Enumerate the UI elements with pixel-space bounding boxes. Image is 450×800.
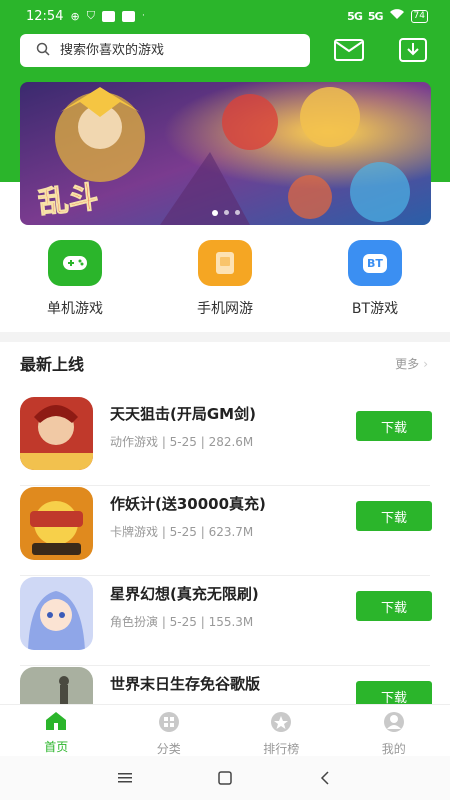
category-row: 单机游戏 手机网游 BT BT游戏: [0, 240, 450, 322]
game-name: 星界幻想(真充无限刷): [110, 585, 259, 603]
category-single-player[interactable]: 单机游戏: [0, 240, 150, 322]
section-divider: [0, 332, 450, 342]
status-bar: 12:54 ⊕ ⛉ · 5G 5G 74: [0, 0, 450, 32]
download-manager-icon[interactable]: [397, 37, 429, 64]
game-meta: 角色扮演 | 5-25 | 155.3M: [110, 615, 254, 629]
promo-banner[interactable]: 乱斗: [20, 82, 431, 225]
home-icon: [44, 711, 68, 735]
game-thumbnail: [20, 577, 93, 650]
category-bt[interactable]: BT BT游戏: [300, 240, 450, 322]
tab-label: 分类: [156, 742, 181, 756]
recent-apps-button[interactable]: [75, 772, 175, 784]
game-meta: 卡牌游戏 | 5-25 | 623.7M: [110, 525, 254, 539]
phone-game-icon: [198, 240, 252, 286]
tab-ranking[interactable]: 排行榜: [225, 705, 338, 756]
app-notification-icon: [121, 10, 135, 22]
game-thumbnail: [20, 397, 93, 470]
search-row: [20, 33, 432, 67]
chevron-right-icon: ›: [423, 356, 428, 371]
tab-home[interactable]: 首页: [0, 705, 113, 754]
game-list-item[interactable]: 天天狙击(开局GM剑) 动作游戏 | 5-25 | 282.6M 下载: [0, 397, 450, 487]
section-title: 最新上线: [20, 355, 85, 374]
menu-icon: [118, 773, 132, 783]
bt-icon: BT: [348, 240, 402, 286]
game-name: 世界末日生存免谷歌版: [110, 675, 261, 693]
game-name: 天天狙击(开局GM剑): [110, 405, 256, 423]
battery-icon: 74: [410, 9, 428, 23]
user-icon: [382, 711, 406, 737]
notification-icon: ⊕: [70, 9, 80, 23]
game-thumbnail: [20, 487, 93, 560]
more-link[interactable]: 更多 ›: [395, 355, 428, 372]
search-input[interactable]: [60, 42, 290, 58]
bottom-tab-bar: 首页 分类 排行榜 我的: [0, 704, 450, 756]
gamepad-icon: [48, 240, 102, 286]
pagination-dot[interactable]: [223, 210, 229, 215]
category-label: BT游戏: [351, 301, 399, 317]
more-dot-icon: ·: [141, 11, 145, 21]
pagination-dot[interactable]: [211, 210, 218, 216]
bt-icon-text: BT: [363, 253, 387, 273]
signal-icon: 5G: [367, 9, 384, 23]
game-meta: 动作游戏 | 5-25 | 282.6M: [110, 435, 254, 449]
grid-icon: [157, 711, 181, 737]
search-box[interactable]: [20, 33, 310, 67]
download-button[interactable]: 下载: [356, 501, 432, 531]
row-divider: [20, 575, 430, 576]
tab-profile[interactable]: 我的: [338, 705, 450, 756]
tab-label: 我的: [381, 742, 406, 756]
row-divider: [20, 665, 430, 666]
tab-category[interactable]: 分类: [113, 705, 226, 756]
row-divider: [20, 485, 430, 486]
banner-pagination: [20, 210, 431, 216]
search-icon: [36, 41, 50, 60]
mail-icon[interactable]: [333, 37, 365, 64]
game-name: 作妖计(送30000真充): [110, 495, 266, 513]
category-label: 单机游戏: [47, 301, 103, 317]
back-arrow-icon: [320, 771, 329, 785]
tab-label: 排行榜: [263, 742, 300, 756]
signal-icon: 5G: [347, 9, 363, 23]
app-notification-icon: [101, 10, 115, 22]
shield-icon: ⛉: [86, 9, 95, 22]
category-label: 手机网游: [197, 301, 253, 317]
pagination-dot[interactable]: [234, 210, 240, 215]
square-icon: [218, 771, 232, 785]
home-button[interactable]: [175, 771, 275, 785]
status-time: 12:54: [26, 8, 64, 24]
game-list-item[interactable]: 作妖计(送30000真充) 卡牌游戏 | 5-25 | 623.7M 下载: [0, 487, 450, 577]
system-nav-bar: [0, 756, 450, 800]
more-label: 更多: [395, 357, 420, 371]
category-mobile-online[interactable]: 手机网游: [150, 240, 300, 322]
download-button[interactable]: 下载: [356, 411, 432, 441]
game-list-item[interactable]: 星界幻想(真充无限刷) 角色扮演 | 5-25 | 155.3M 下载: [0, 577, 450, 667]
download-button[interactable]: 下载: [356, 591, 432, 621]
rank-icon: [269, 711, 293, 737]
back-button[interactable]: [275, 771, 375, 785]
tab-label: 首页: [44, 740, 69, 754]
wifi-icon: [389, 8, 405, 24]
